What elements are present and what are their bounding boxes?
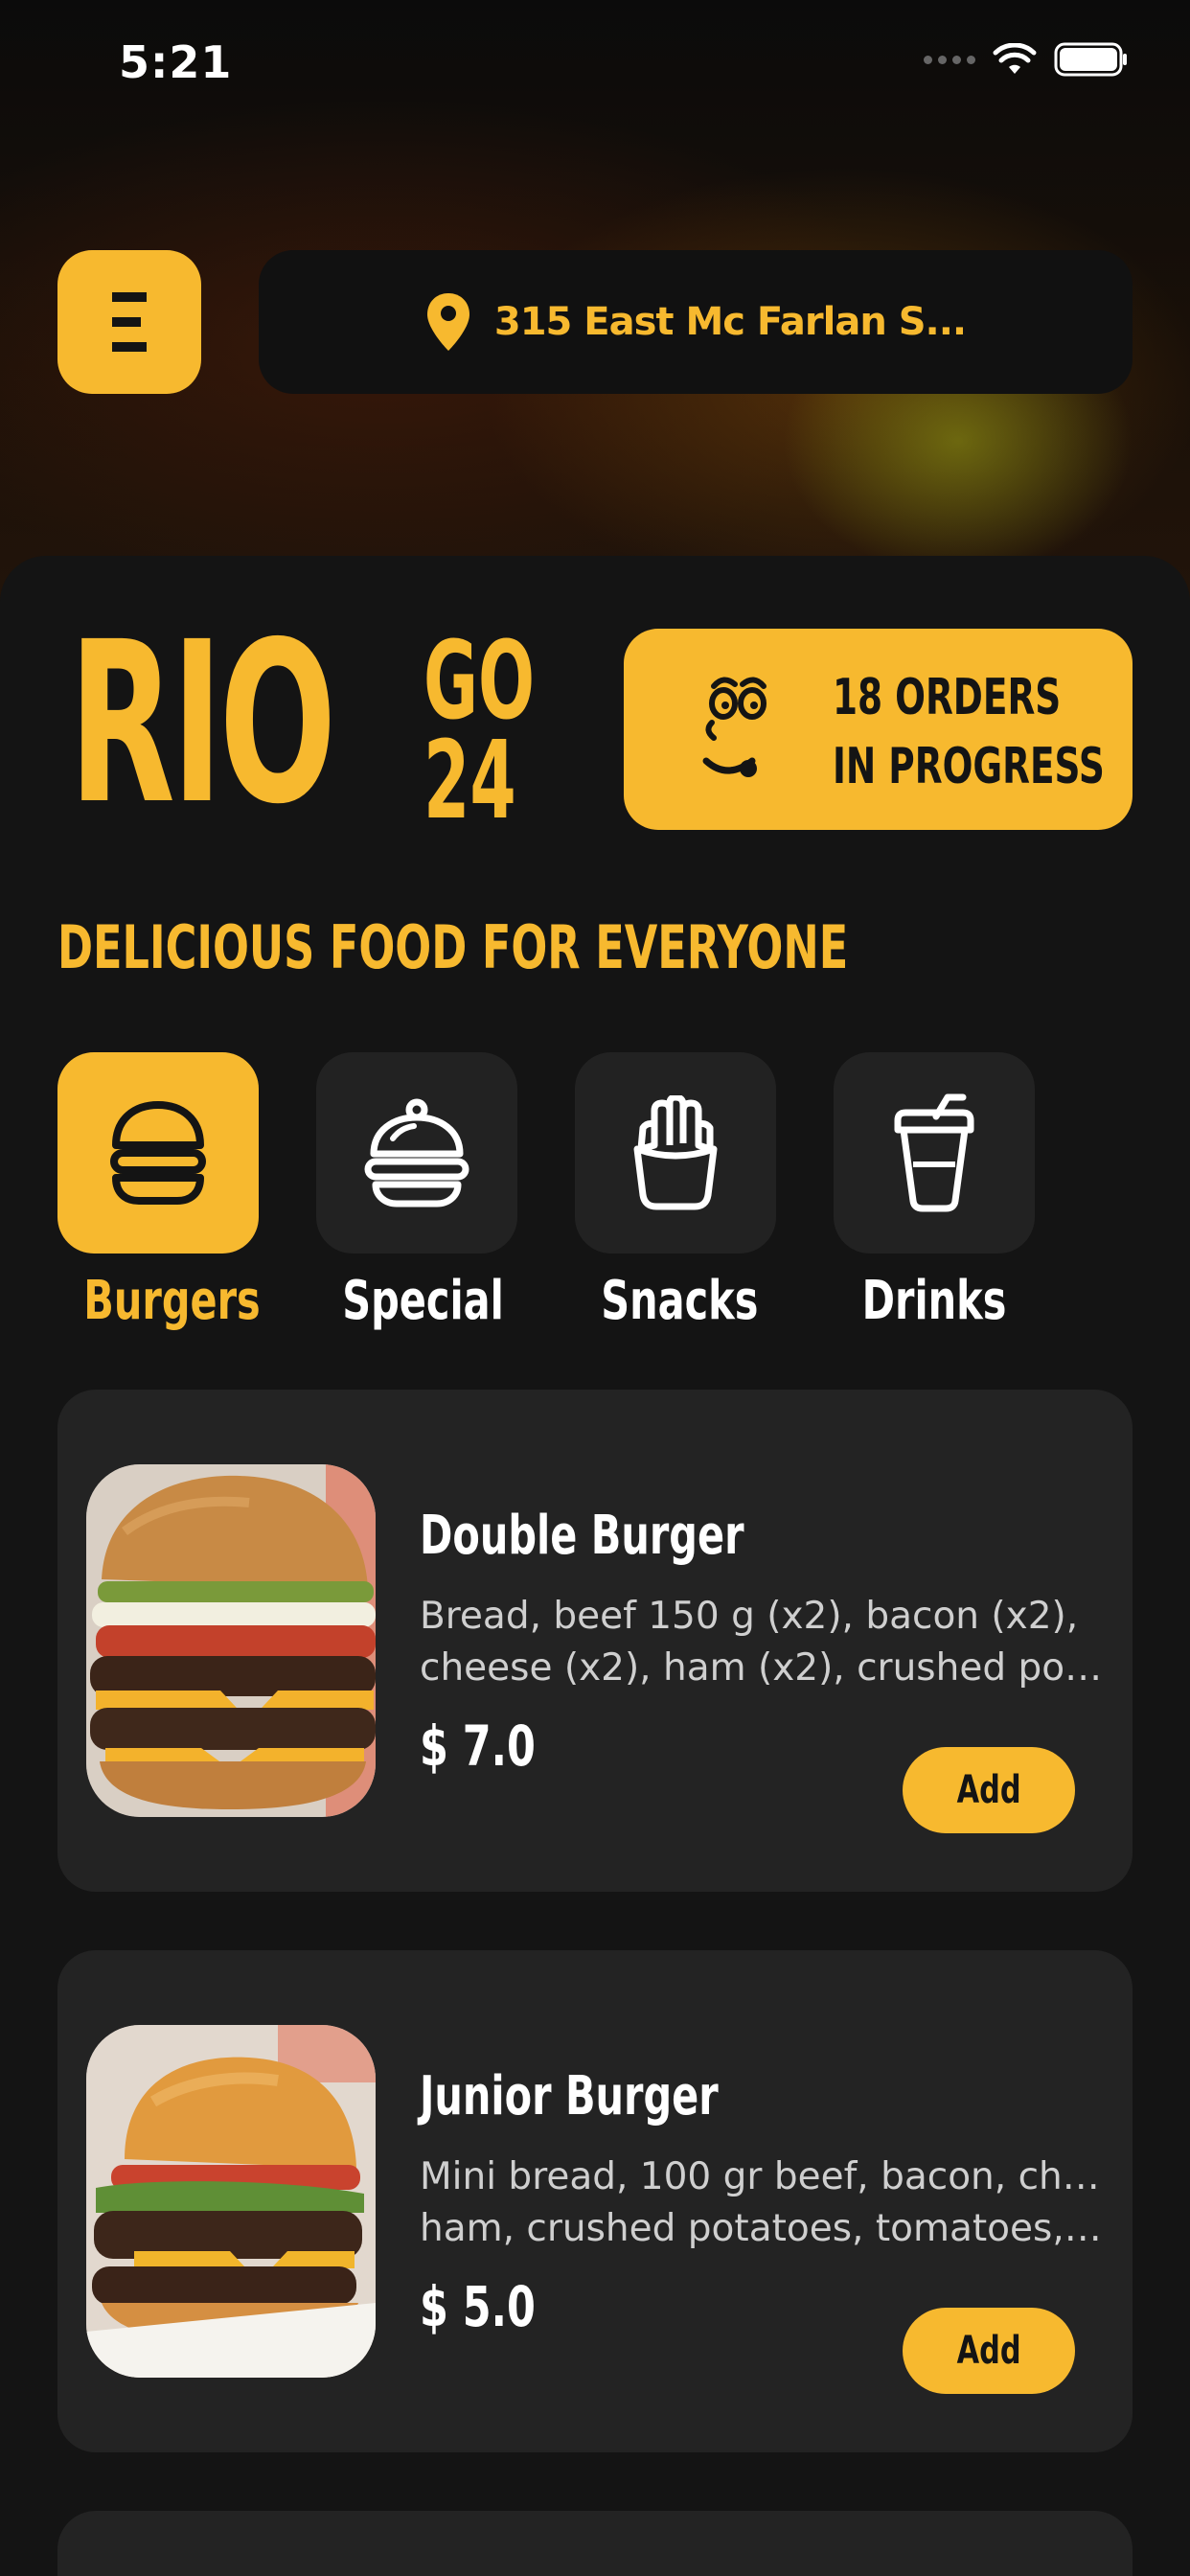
product-image: [86, 2025, 376, 2378]
wifi-icon: [993, 43, 1037, 74]
burger-icon: [110, 1101, 206, 1205]
orders-in-progress-card[interactable]: 18 ORDERS IN PROGRESS: [624, 629, 1133, 830]
menu-icon: [112, 292, 147, 352]
status-time: 5:21: [119, 36, 233, 88]
product-card[interactable]: Junior Burger Mini bread, 100 gr beef, b…: [57, 1950, 1133, 2452]
category-label: Snacks: [601, 1270, 759, 1332]
orders-count: 18 ORDERS: [833, 669, 1062, 726]
product-price: $ 7.0: [420, 1714, 536, 1779]
product-title: Junior Burger: [420, 2065, 719, 2128]
product-price: $ 5.0: [420, 2274, 536, 2339]
fries-icon: [633, 1095, 718, 1210]
menu-button[interactable]: [57, 250, 201, 394]
cloche-icon: [364, 1098, 469, 1208]
smiley-face-icon: [702, 677, 767, 777]
add-to-cart-button[interactable]: Add: [903, 1747, 1075, 1833]
category-special[interactable]: Special: [316, 1052, 517, 1340]
address-text: 315 East Mc Farlan S...: [493, 300, 967, 344]
signal-icon: [924, 55, 975, 64]
brand-name: RIO: [69, 594, 336, 853]
location-selector[interactable]: 315 East Mc Farlan S...: [259, 250, 1133, 394]
brand-number: 24: [423, 719, 516, 843]
category-label: Drinks: [861, 1270, 1007, 1332]
brand-go: GO: [423, 619, 536, 744]
cup-icon: [894, 1093, 974, 1212]
category-label: Burgers: [83, 1270, 261, 1332]
tagline: DELICIOUS FOOD FOR EVERYONE: [57, 912, 849, 982]
product-description: Mini bread, 100 gr beef, bacon, cheese, …: [420, 2155, 1110, 2250]
battery-icon: [1054, 42, 1127, 77]
product-card-partial[interactable]: [57, 2511, 1133, 2576]
product-card[interactable]: Double Burger Bread, beef 150 g (x2), ba…: [57, 1390, 1133, 1892]
category-label: Special: [342, 1270, 504, 1332]
orders-status: IN PROGRESS: [833, 738, 1105, 795]
add-to-cart-button[interactable]: Add: [903, 2308, 1075, 2394]
category-snacks[interactable]: Snacks: [575, 1052, 776, 1340]
product-title: Double Burger: [420, 1505, 744, 1567]
brand-logo: RIO GO 24: [69, 594, 603, 853]
product-description: Bread, beef 150 g (x2), bacon (x2), chee…: [420, 1595, 1110, 1690]
map-pin-icon: [426, 293, 469, 351]
product-image: [86, 1464, 376, 1817]
category-burgers[interactable]: Burgers: [57, 1052, 261, 1340]
category-drinks[interactable]: Drinks: [834, 1052, 1035, 1340]
status-icons: [924, 42, 1129, 77]
